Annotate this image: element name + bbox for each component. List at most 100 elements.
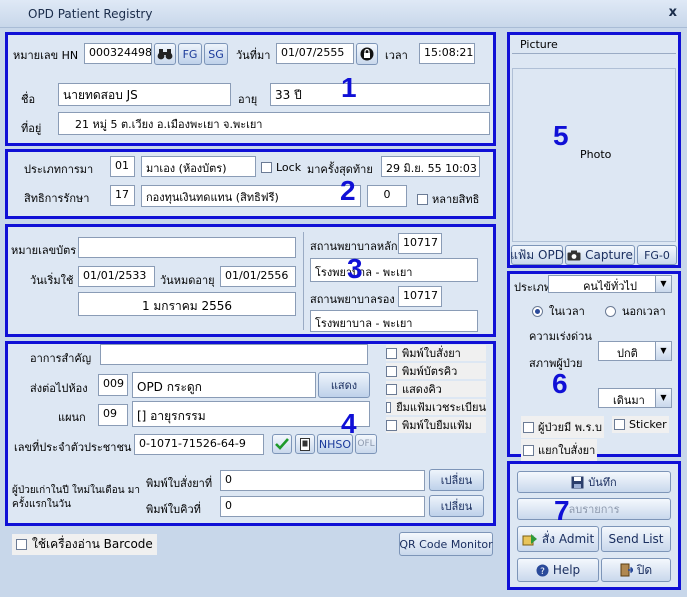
split-rx-box[interactable] xyxy=(523,444,534,456)
radio-out-time-label: นอกเวลา xyxy=(622,305,666,318)
marker-2: 2 xyxy=(340,175,356,206)
cid-input[interactable]: 0-1071-71526-64-9 xyxy=(134,434,264,455)
right-name[interactable]: กองทุนเงินทดแทน (สิทธิฟรี) xyxy=(141,185,361,207)
change-q-button[interactable]: เปลี่ยน xyxy=(429,495,484,517)
help-button[interactable]: ? Help xyxy=(517,558,599,582)
capture-button[interactable]: Capture xyxy=(565,245,635,265)
visit-type-name[interactable]: มาเอง (ห้องบัตร) xyxy=(141,156,256,177)
time-input[interactable]: 15:08:21 xyxy=(419,43,475,64)
complaint-input[interactable] xyxy=(100,344,368,365)
change-rx-button[interactable]: เปลี่ยน xyxy=(429,469,484,491)
patient-type-value: คนไข้ทั่วไป xyxy=(583,280,637,293)
option-print-queue[interactable]: พิมพ์บัตรคิว xyxy=(386,363,486,379)
card-no-input[interactable] xyxy=(78,237,296,258)
right-code[interactable]: 17 xyxy=(110,185,135,206)
visit-type-code[interactable]: 01 xyxy=(110,156,135,177)
admit-button[interactable]: สั่ง Admit xyxy=(517,526,599,552)
marker-6: 6 xyxy=(552,368,568,399)
photo-label: Photo xyxy=(580,148,612,161)
start-label: วันเริ่มใช้ xyxy=(30,274,74,287)
send-list-button[interactable]: Send List xyxy=(601,526,671,552)
radio-in-time-dot[interactable] xyxy=(532,305,543,317)
dept-code[interactable]: 09 xyxy=(98,404,128,426)
save-label: บันทึก xyxy=(588,476,617,489)
barcode-label: ใช้เครื่องอ่าน Barcode xyxy=(32,537,153,551)
card-divider xyxy=(303,232,304,330)
last-visit-value: 29 มิ.ย. 55 10:03 xyxy=(381,156,480,177)
radio-in-time-label: ในเวลา xyxy=(549,305,585,318)
urgency-label: ความเร่งด่วน xyxy=(529,330,592,343)
start-input[interactable]: 01/01/2533 xyxy=(78,266,155,287)
chevron-down-icon[interactable]: ▼ xyxy=(655,276,671,292)
option-borrow-record[interactable]: ยืมแฟ้มเวชระเบียน xyxy=(386,399,486,415)
insured-label: ผู้ป่วยมี พ.ร.บ xyxy=(538,421,602,434)
sub-hosp-code[interactable]: 10717 xyxy=(398,286,442,307)
age-input[interactable]: 33 ปี xyxy=(270,83,490,106)
lock-checkbox-label: Lock xyxy=(276,161,302,174)
expire-input[interactable]: 01/01/2556 xyxy=(220,266,296,287)
help-icon: ? xyxy=(536,564,549,577)
main-hosp-code[interactable]: 10717 xyxy=(398,233,442,254)
multi-right-box[interactable] xyxy=(417,193,428,205)
date-label: วันที่มา xyxy=(236,49,271,62)
hn-input[interactable]: 000324498 xyxy=(84,43,152,64)
picture-header: Picture xyxy=(520,38,558,51)
sticker-checkbox[interactable]: Sticker xyxy=(612,416,669,433)
sg-button[interactable]: SG xyxy=(204,43,228,65)
close-icon[interactable]: x xyxy=(669,5,677,20)
barcode-checkbox-box[interactable] xyxy=(16,539,27,550)
sub-hosp-label: สถานพยาบาลรอง xyxy=(310,293,395,306)
radio-in-time[interactable]: ในเวลา xyxy=(532,302,585,320)
condition-select[interactable]: เดินมา ▼ xyxy=(598,388,672,408)
room-name[interactable]: OPD กระดูก xyxy=(132,372,316,398)
old-new-label: ผู้ป่วยเก่าในปี ใหม่ในเดือน มาครั้งแรกใน… xyxy=(12,485,140,510)
lock-icon[interactable] xyxy=(356,43,378,65)
chevron-down-icon[interactable]: ▼ xyxy=(655,342,671,360)
dept-name[interactable]: [] อายุรกรรม xyxy=(132,401,370,427)
barcode-checkbox[interactable]: ใช้เครื่องอ่าน Barcode xyxy=(12,534,157,555)
fg-button[interactable]: FG xyxy=(178,43,202,65)
marker-3: 3 xyxy=(347,253,363,284)
show-button[interactable]: แสดง xyxy=(318,372,370,398)
save-button[interactable]: บันทึก xyxy=(517,471,671,493)
radio-out-time-dot[interactable] xyxy=(605,305,616,317)
lock-checkbox[interactable]: Lock xyxy=(261,161,301,174)
insured-checkbox[interactable]: ผู้ป่วยมี พ.ร.บ xyxy=(521,416,604,438)
radio-out-time[interactable]: นอกเวลา xyxy=(605,302,666,320)
ofl-button[interactable]: OFL xyxy=(355,434,377,454)
urgency-select[interactable]: ปกติ ▼ xyxy=(598,341,672,361)
condition-value: เดินมา xyxy=(613,394,645,407)
close-label: ปิด xyxy=(636,562,653,577)
split-rx-checkbox[interactable]: แยกใบสั่งยา xyxy=(521,439,598,461)
close-button[interactable]: ปิด xyxy=(601,558,671,582)
name-input[interactable]: นายทดสอบ JS xyxy=(58,83,231,106)
address-input[interactable]: 21 หมู่ 5 ต.เวียง อ.เมืองพะเยา จ.พะเยา xyxy=(58,112,490,135)
option-show-queue[interactable]: แสดงคิว xyxy=(386,381,486,397)
delete-button[interactable]: ลบรายการ xyxy=(517,498,671,520)
insured-box[interactable] xyxy=(523,421,534,433)
visit-type-label: ประเภทการมา xyxy=(24,163,94,176)
admit-icon xyxy=(522,534,537,546)
print-rx-input[interactable]: 0 xyxy=(220,470,425,491)
chevron-down-icon[interactable]: ▼ xyxy=(655,389,671,407)
lock-checkbox-box[interactable] xyxy=(261,162,272,173)
picture-divider xyxy=(512,53,676,54)
qr-monitor-button[interactable]: QR Code Monitor xyxy=(399,532,493,556)
room-label: ส่งต่อไปห้อง xyxy=(30,382,88,395)
dept-label: แผนก xyxy=(58,411,86,424)
option-print-borrow[interactable]: พิมพ์ใบยืมแฟ้ม xyxy=(386,417,486,433)
card-reader-icon[interactable] xyxy=(295,434,315,454)
cid-label: เลขที่ประจำตัวประชาชน xyxy=(14,441,132,454)
fg0-button[interactable]: FG-0 xyxy=(637,245,677,265)
room-code[interactable]: 009 xyxy=(98,374,128,396)
print-q-input[interactable]: 0 xyxy=(220,496,425,517)
binoculars-icon[interactable] xyxy=(154,43,176,65)
multi-right-checkbox[interactable]: หลายสิทธิ xyxy=(417,190,479,208)
opd-folder-button[interactable]: แฟ้ม OPD xyxy=(510,245,564,265)
check-icon[interactable] xyxy=(272,434,292,454)
sticker-box[interactable] xyxy=(614,419,625,430)
option-print-rx[interactable]: พิมพ์ใบสั่งยา xyxy=(386,345,486,361)
sticker-label: Sticker xyxy=(629,418,667,431)
date-input[interactable]: 01/07/2555 xyxy=(276,43,354,64)
patient-type-select[interactable]: คนไข้ทั่วไป ▼ xyxy=(548,275,672,293)
